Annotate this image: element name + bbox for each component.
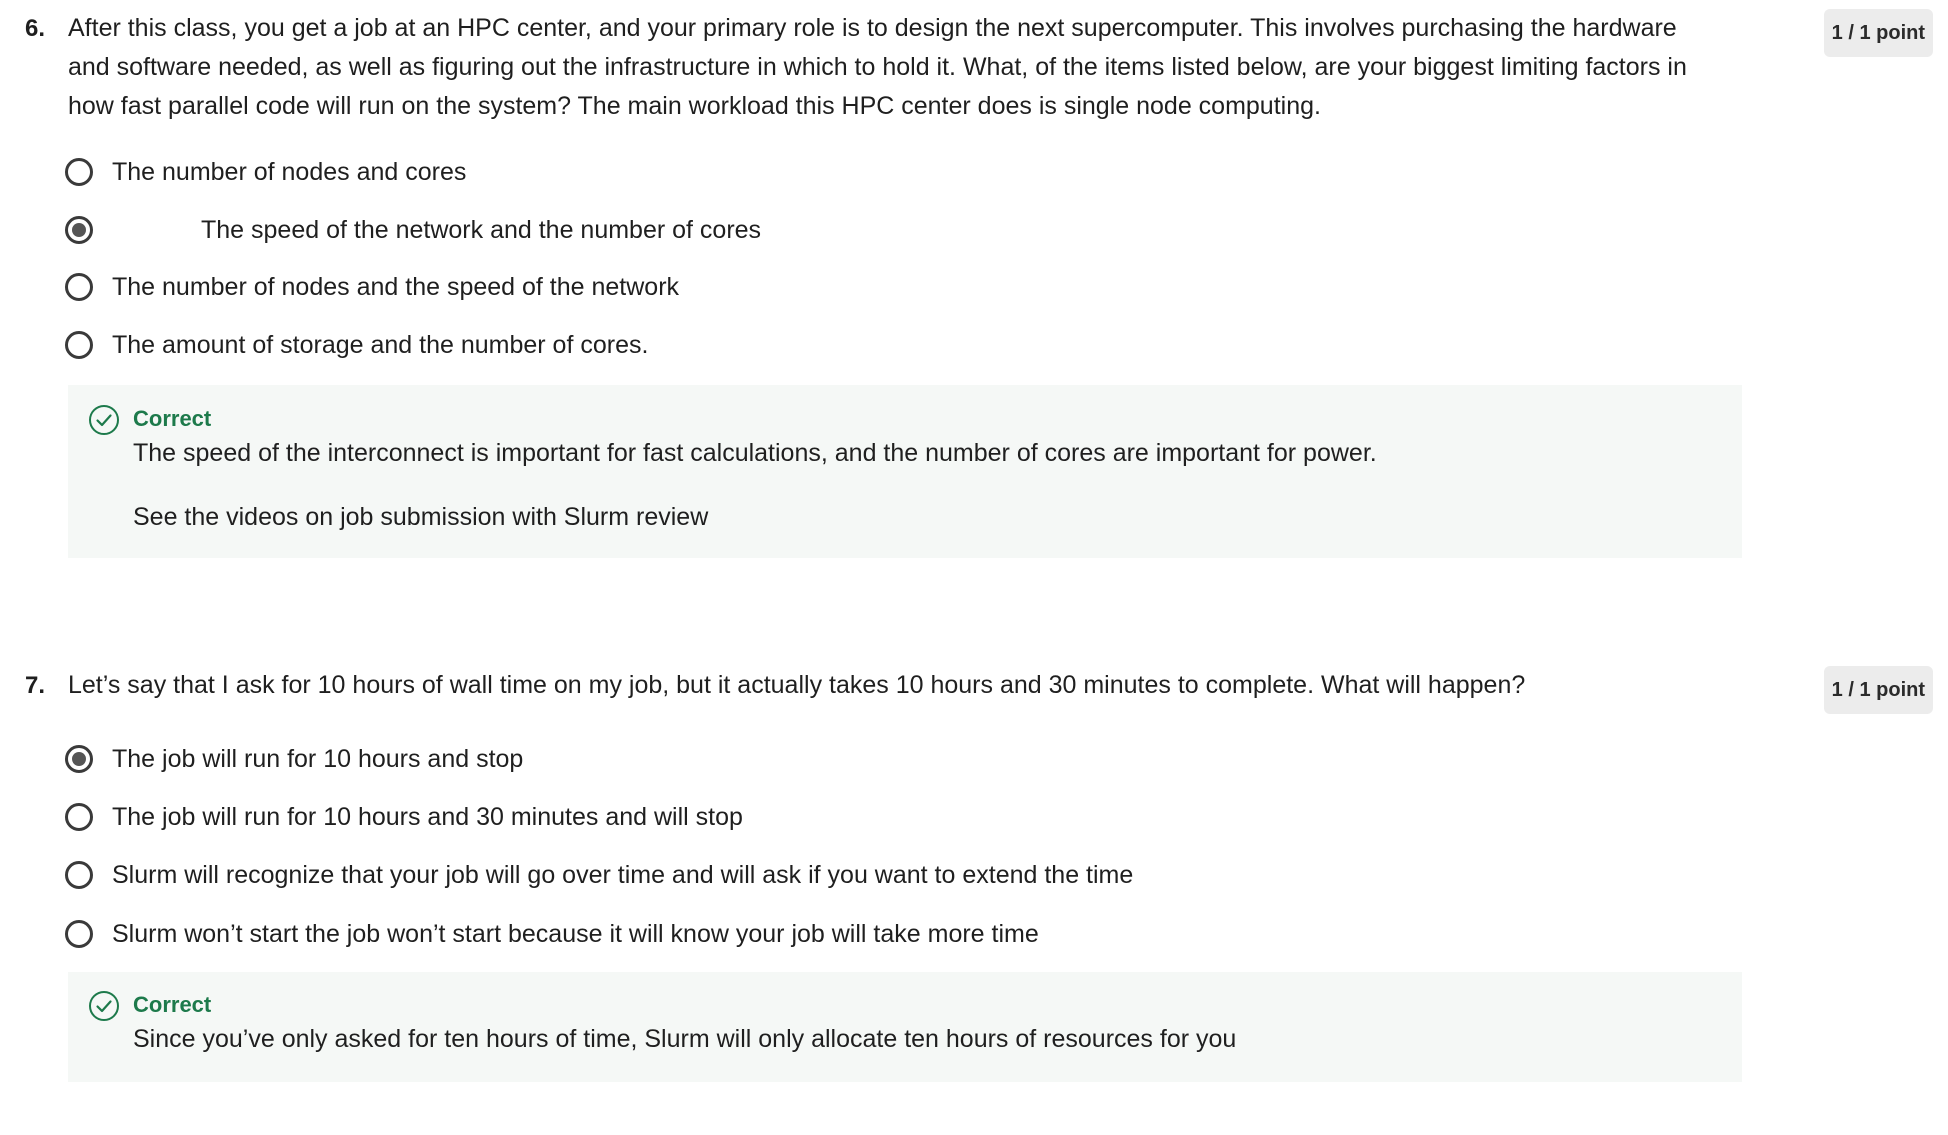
answer-option[interactable]: The number of nodes and cores bbox=[65, 152, 466, 192]
radio-button-icon[interactable] bbox=[65, 745, 93, 773]
radio-button-icon[interactable] bbox=[65, 158, 93, 186]
answer-option-label: The job will run for 10 hours and stop bbox=[112, 744, 524, 773]
radio-button-icon[interactable] bbox=[65, 803, 93, 831]
answer-option-label: The number of nodes and cores bbox=[112, 157, 467, 186]
radio-button-icon[interactable] bbox=[65, 920, 93, 948]
answer-option-label: The speed of the network and the number … bbox=[201, 215, 762, 244]
feedback-text: The speed of the interconnect is importa… bbox=[133, 439, 1377, 467]
answer-option[interactable]: Slurm won’t start the job won’t start be… bbox=[65, 914, 1039, 954]
points-badge: 1 / 1 point bbox=[1823, 666, 1933, 714]
question-number: 6. bbox=[25, 15, 46, 42]
answer-option[interactable]: The speed of the network and the number … bbox=[65, 210, 761, 250]
radio-button-icon[interactable] bbox=[65, 273, 93, 301]
answer-option-label: The job will run for 10 hours and 30 min… bbox=[112, 802, 743, 831]
answer-option-label: The amount of storage and the number of … bbox=[112, 330, 649, 359]
question-text: After this class, you get a job at an HP… bbox=[68, 14, 1687, 120]
radio-button-icon[interactable] bbox=[65, 331, 93, 359]
answer-option[interactable]: The amount of storage and the number of … bbox=[65, 325, 648, 365]
answer-option-label: Slurm won’t start the job won’t start be… bbox=[112, 919, 1039, 948]
radio-button-icon[interactable] bbox=[65, 216, 93, 244]
answer-option[interactable]: Slurm will recognize that your job will … bbox=[65, 855, 1133, 895]
question-text: Let’s say that I ask for 10 hours of wal… bbox=[68, 671, 1526, 699]
feedback-panel: Correct Since you’ve only asked for ten … bbox=[68, 972, 1742, 1082]
feedback-text: Since you’ve only asked for ten hours of… bbox=[133, 1025, 1237, 1053]
feedback-text: See the videos on job submission with Sl… bbox=[133, 503, 709, 531]
question-number: 7. bbox=[25, 672, 46, 699]
answer-option[interactable]: The number of nodes and the speed of the… bbox=[65, 267, 679, 307]
feedback-status: Correct bbox=[133, 406, 212, 431]
answer-option-label: The number of nodes and the speed of the… bbox=[112, 272, 680, 301]
answer-option[interactable]: The job will run for 10 hours and 30 min… bbox=[65, 797, 743, 837]
feedback-panel: Correct The speed of the interconnect is… bbox=[68, 385, 1742, 558]
points-badge: 1 / 1 point bbox=[1823, 9, 1933, 57]
check-circle-icon bbox=[89, 991, 119, 1021]
radio-button-icon[interactable] bbox=[65, 861, 93, 889]
feedback-status: Correct bbox=[133, 992, 212, 1017]
check-circle-icon bbox=[89, 405, 119, 435]
answer-option-label: Slurm will recognize that your job will … bbox=[112, 860, 1134, 889]
answer-option[interactable]: The job will run for 10 hours and stop bbox=[65, 739, 523, 779]
